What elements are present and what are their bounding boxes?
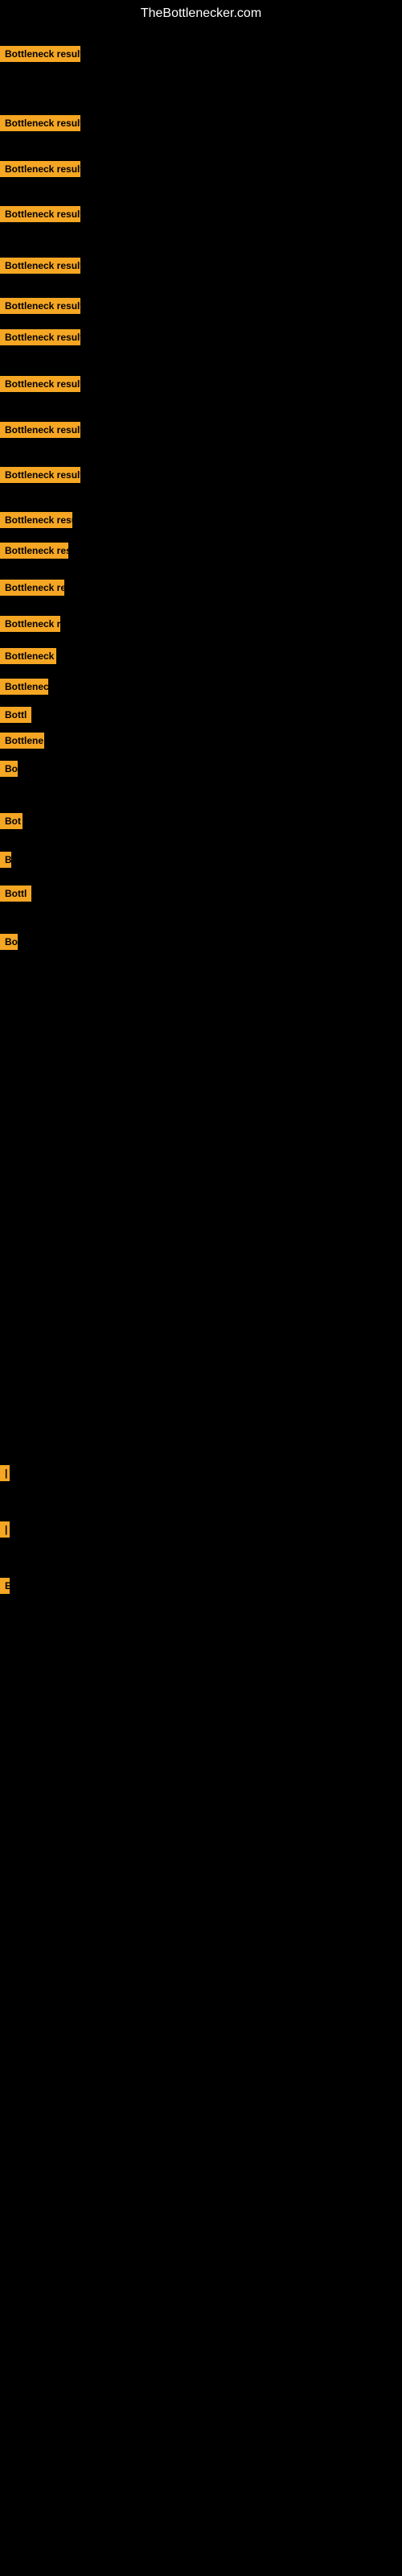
bottleneck-badge-12: Bottleneck result: [0, 543, 68, 559]
bottleneck-badge-8: Bottleneck result: [0, 376, 80, 392]
bottleneck-badge-7: Bottleneck result: [0, 329, 80, 345]
bottleneck-badge-22: Bottl: [0, 886, 31, 902]
bottleneck-badge-9: Bottleneck result: [0, 422, 80, 438]
bottleneck-badge-25: |: [0, 1521, 10, 1538]
bottleneck-badge-2: Bottleneck result: [0, 115, 80, 131]
bottleneck-badge-24: |: [0, 1465, 10, 1481]
bottleneck-badge-6: Bottleneck result: [0, 298, 80, 314]
bottleneck-badge-23: Bo: [0, 934, 18, 950]
bottleneck-badge-26: E: [0, 1578, 10, 1594]
bottleneck-badge-17: Bottl: [0, 707, 31, 723]
bottleneck-badge-14: Bottleneck res: [0, 616, 60, 632]
bottleneck-badge-20: Bot: [0, 813, 23, 829]
bottleneck-badge-1: Bottleneck result: [0, 46, 80, 62]
bottleneck-badge-11: Bottleneck result: [0, 512, 72, 528]
bottleneck-badge-21: B: [0, 852, 11, 868]
bottleneck-badge-4: Bottleneck result: [0, 206, 80, 222]
bottleneck-badge-10: Bottleneck result: [0, 467, 80, 483]
bottleneck-badge-15: Bottleneck re: [0, 648, 56, 664]
bottleneck-badge-5: Bottleneck result: [0, 258, 80, 274]
bottleneck-badge-19: Bo: [0, 761, 18, 777]
bottleneck-badge-13: Bottleneck resu: [0, 580, 64, 596]
bottleneck-badge-18: Bottlene: [0, 733, 44, 749]
bottleneck-badge-3: Bottleneck result: [0, 161, 80, 177]
bottleneck-badge-16: Bottlenec: [0, 679, 48, 695]
